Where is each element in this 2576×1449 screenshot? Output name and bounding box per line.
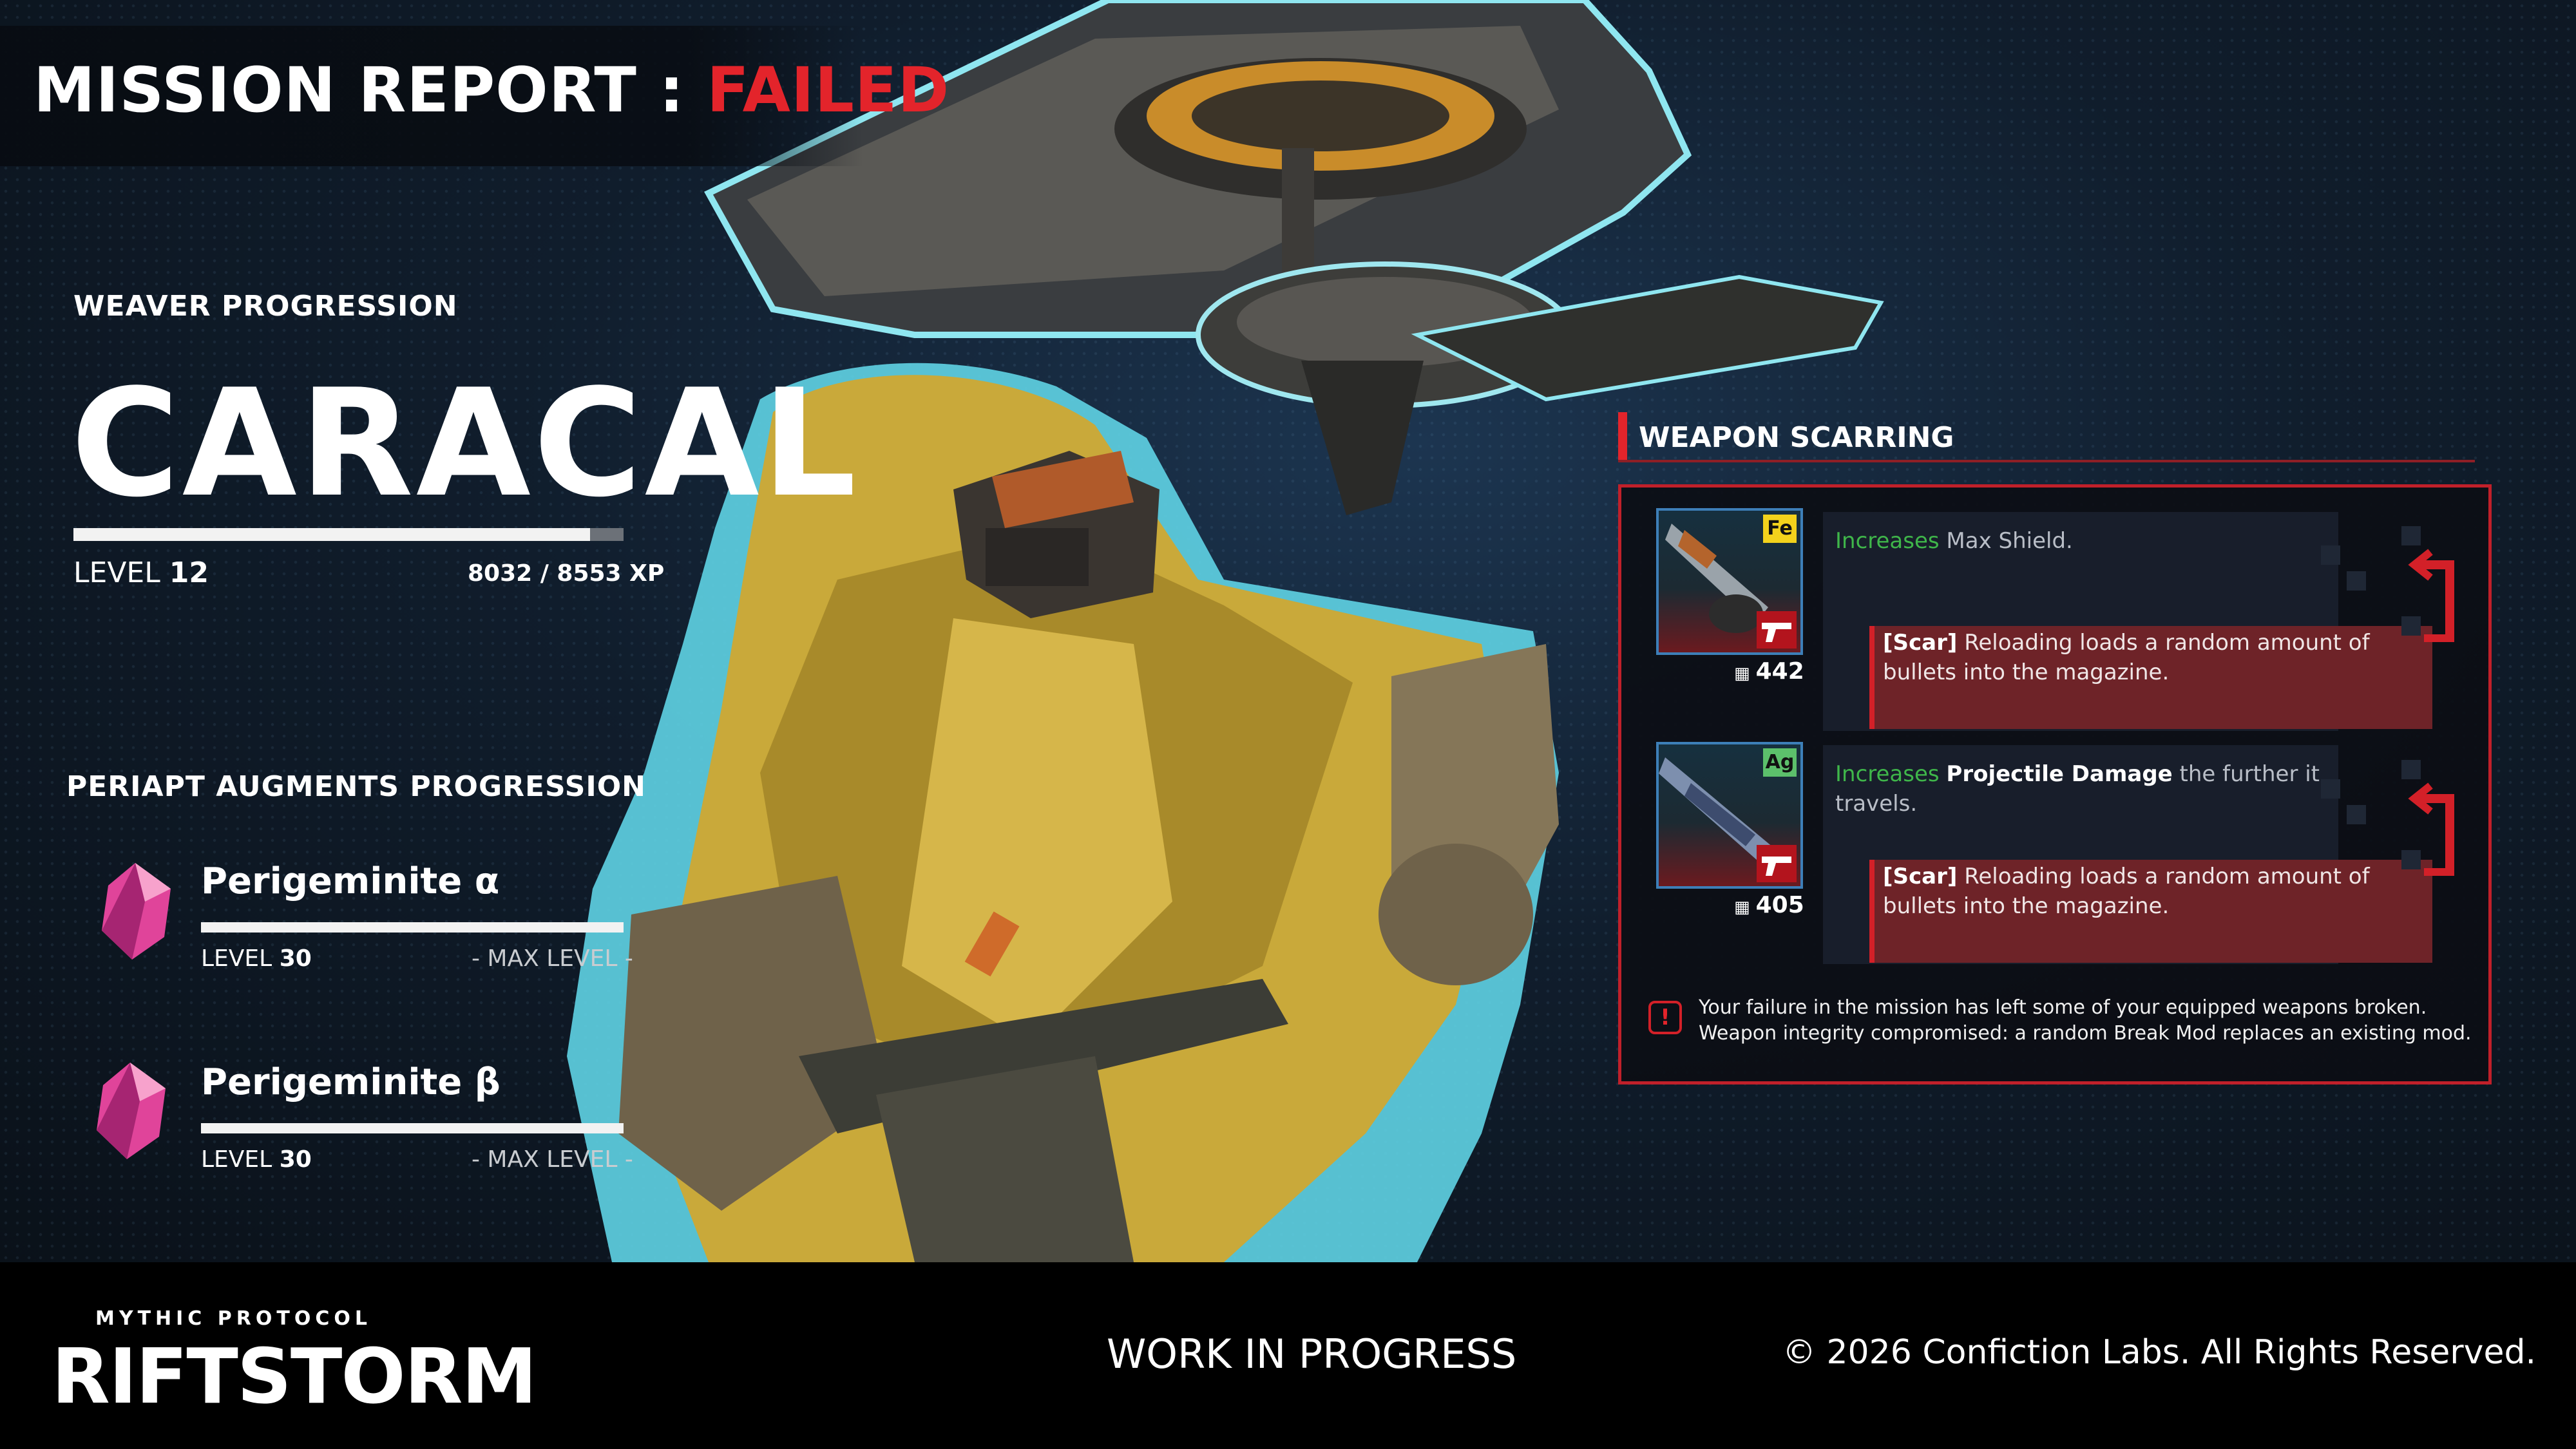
level-label: LEVEL (73, 556, 160, 589)
warning-icon: ! (1648, 1001, 1682, 1034)
augment-level: LEVEL 30 (201, 1146, 312, 1173)
level-label: LEVEL (201, 945, 272, 972)
augment-name: Perigeminite α (201, 860, 500, 902)
augment-progress-bar (201, 1123, 624, 1133)
weapon-count: ▦ 442 (1734, 658, 1804, 685)
weapon-card[interactable]: Fe (1656, 508, 1803, 655)
mission-status: FAILED (707, 54, 950, 126)
scar-arrow-icon (2321, 526, 2454, 642)
copyright: © 2026 Confiction Labs. All Rights Reser… (1782, 1333, 2536, 1372)
desc-text: Max Shield. (1939, 528, 2073, 554)
weaver-level: LEVEL 12 (73, 556, 209, 589)
weapon-scarring-header: WEAPON SCARRING (1618, 412, 2475, 462)
desc-bold: Projectile Damage (1946, 761, 2173, 787)
warning-line-1: Your failure in the mission has left som… (1699, 996, 2427, 1019)
weapon-count: ▦ 405 (1734, 892, 1804, 918)
scar-arrow-icon (2321, 760, 2454, 876)
desc-text (1940, 761, 1947, 787)
augment-progress-bar (201, 922, 624, 933)
game-logo: RIFTSTORM (52, 1332, 537, 1421)
count-value: 405 (1755, 892, 1804, 918)
scar-tag: [Scar] (1883, 630, 1958, 656)
augment-status: - MAX LEVEL - (472, 1146, 633, 1173)
scar-tag: [Scar] (1883, 864, 1958, 889)
weaver-progression-label: WEAVER PROGRESSION (73, 290, 458, 323)
xp-readout: 8032 / 8553 XP (468, 560, 665, 587)
weapon-card[interactable]: Ag (1656, 742, 1803, 889)
level-value: 12 (169, 556, 209, 589)
gun-type-icon (1757, 845, 1797, 882)
desc-keyword: Increases (1835, 528, 1940, 554)
gun-type-icon (1757, 611, 1797, 649)
header-accent (1618, 412, 1627, 460)
xp-progress-fill (73, 528, 590, 541)
count-value: 442 (1755, 658, 1804, 685)
title-prefix: MISSION REPORT : (33, 54, 685, 126)
warning-line-2: Weapon integrity compromised: a random B… (1699, 1022, 2472, 1045)
failure-warning: Your failure in the mission has left som… (1699, 995, 2472, 1046)
element-badge: Fe (1763, 515, 1797, 543)
augment-level: LEVEL 30 (201, 945, 312, 972)
augments-progression-label: PERIAPT AUGMENTS PROGRESSION (66, 770, 647, 803)
augment-status: - MAX LEVEL - (472, 945, 633, 972)
chip-icon: ▦ (1734, 898, 1756, 917)
chip-icon: ▦ (1734, 664, 1756, 683)
page-title: MISSION REPORT : FAILED (33, 59, 949, 121)
header-underline (1618, 460, 2475, 462)
level-value: 30 (279, 945, 312, 972)
background: MISSION REPORT : FAILED WEAVER PROGRESSI… (0, 0, 2576, 1262)
gem-icon (97, 1063, 166, 1159)
weapon-description: Increases Max Shield. (1835, 526, 2325, 556)
element-badge: Ag (1763, 748, 1797, 777)
work-in-progress-label: WORK IN PROGRESS (1107, 1331, 1517, 1378)
augment-name: Perigeminite β (201, 1061, 501, 1103)
level-label: LEVEL (201, 1146, 272, 1173)
gem-icon (102, 863, 171, 960)
weapon-scarring-panel: Fe ▦ 442 Increases Max Shield. [Scar] Re… (1618, 484, 2492, 1084)
weapon-scarring-title: WEAPON SCARRING (1639, 421, 1954, 454)
logo-subtitle: MYTHIC PROTOCOL (95, 1307, 372, 1330)
weaver-name: CARACAL (71, 358, 859, 530)
weapon-description: Increases Projectile Damage the further … (1835, 759, 2325, 819)
level-value: 30 (279, 1146, 312, 1173)
xp-progress-bar (73, 528, 624, 541)
desc-keyword: Increases (1835, 761, 1940, 787)
